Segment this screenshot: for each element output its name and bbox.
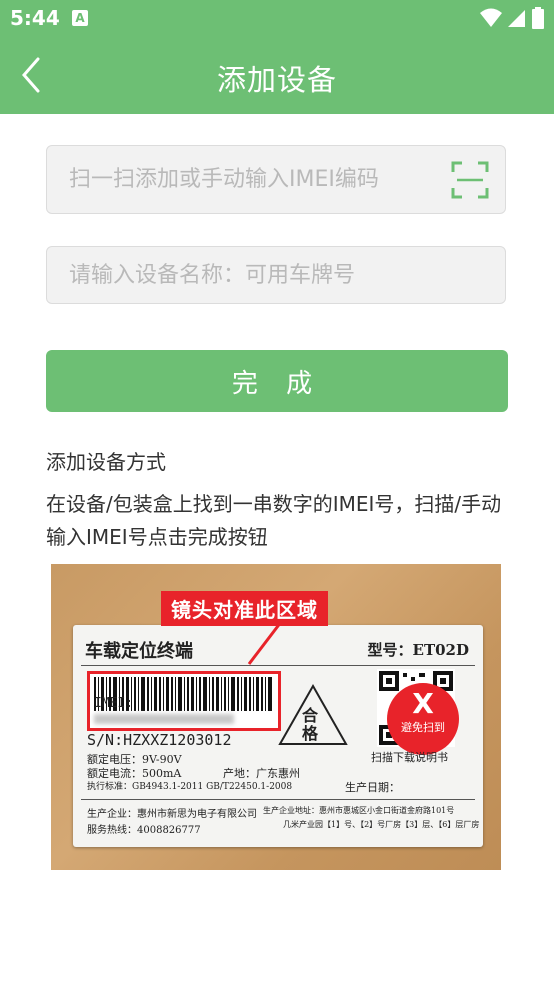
signal-icon	[508, 10, 525, 27]
status-icons	[480, 7, 544, 29]
device-name-input[interactable]	[47, 247, 505, 303]
imei-input[interactable]	[47, 146, 505, 213]
page-title: 添加设备	[216, 63, 337, 97]
wifi-icon	[480, 8, 502, 27]
done-button[interactable]: 完 成	[46, 350, 508, 412]
camera-target-callout: 镜头对准此区域	[161, 591, 328, 626]
notification-icon: A	[72, 10, 88, 26]
method-title: 添加设备方式	[46, 450, 166, 474]
status-time: 5:44	[10, 6, 60, 30]
battery-icon	[532, 7, 544, 29]
status-bar: 5:44 A	[0, 0, 554, 37]
device-name-field-container	[46, 246, 506, 304]
nav-bar: 添加设备	[0, 37, 554, 114]
scan-icon[interactable]	[451, 161, 489, 199]
imei-field-container	[46, 145, 506, 214]
example-label-image: 车载定位终端 型号：ET02D IMEI: 合格 S/N:HZXXZ120301…	[51, 564, 501, 870]
method-description: 在设备/包装盒上找到一串数字的IMEI号，扫描/手动输入IMEI号点击完成按钮	[46, 492, 502, 549]
